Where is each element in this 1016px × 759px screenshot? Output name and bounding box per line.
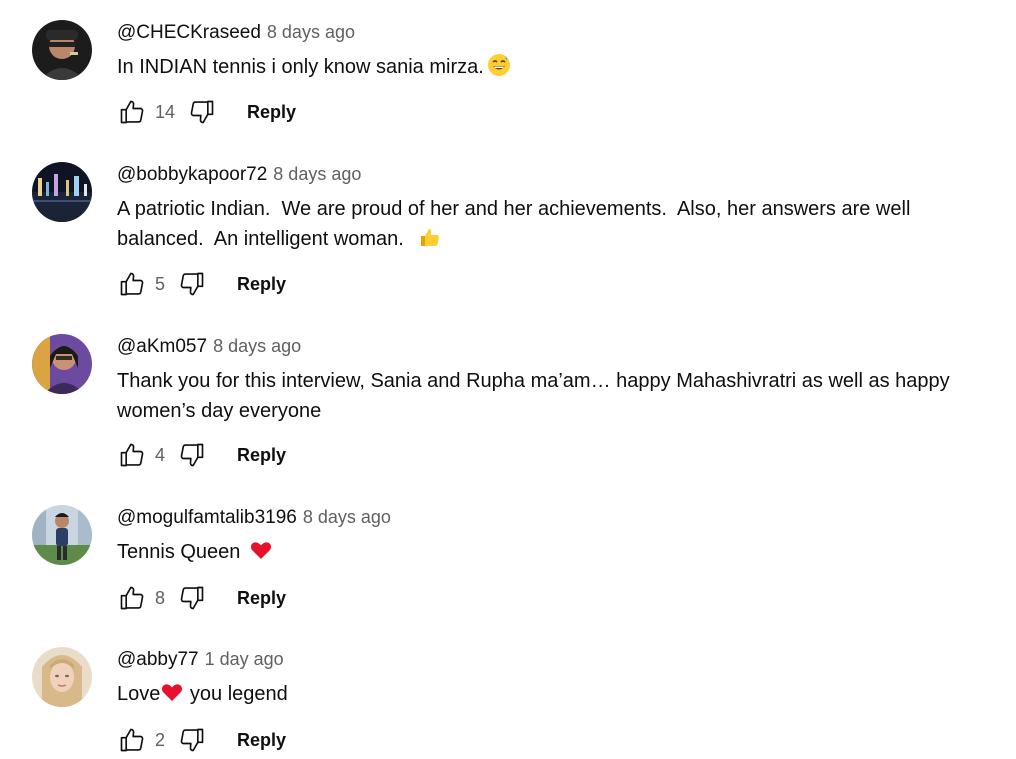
thumbs-down-icon [190, 100, 214, 124]
thumbs-down-icon [180, 586, 204, 610]
comment-header: @CHECKraseed 8 days ago [117, 20, 1002, 44]
avatar[interactable] [32, 505, 92, 565]
like-count: 4 [155, 444, 166, 465]
comment-text: In INDIAN tennis i only know sania mirza… [117, 52, 1002, 86]
thumbs-up-icon [120, 728, 144, 752]
like-count: 14 [155, 101, 176, 122]
thumbs-up-icon [120, 100, 144, 124]
comment-actions: 4 Reply [117, 440, 286, 470]
author-name[interactable]: @bobbykapoor72 [117, 164, 267, 185]
like-count: 2 [155, 729, 166, 750]
comment-header: @abby77 1 day ago [117, 647, 1002, 671]
reply-button[interactable]: Reply [237, 445, 286, 466]
reply-button[interactable]: Reply [237, 274, 286, 295]
avatar[interactable] [32, 162, 92, 222]
reply-button[interactable]: Reply [237, 730, 286, 751]
comment-header: @bobbykapoor72 8 days ago [117, 162, 1002, 186]
comment-text: Love you legend [117, 679, 1002, 713]
comment-actions: 5 Reply [117, 269, 286, 299]
author-name[interactable]: @aKm057 [117, 336, 207, 357]
like-button[interactable] [117, 725, 147, 755]
avatar[interactable] [32, 334, 92, 394]
timestamp[interactable]: 8 days ago [213, 336, 301, 356]
comment-actions: 14 Reply [117, 97, 296, 127]
dislike-button[interactable] [177, 269, 207, 299]
red-heart-emoji [249, 538, 273, 571]
thumbs-up-icon [120, 443, 144, 467]
thumbs-down-icon [180, 443, 204, 467]
comment-text: A patriotic Indian. We are proud of her … [117, 194, 1002, 258]
comment-text-before: Love [117, 683, 161, 705]
grinning-sweat-emoji [487, 53, 511, 86]
comment-header: @aKm057 8 days ago [117, 334, 1002, 358]
author-name[interactable]: @mogulfamtalib3196 [117, 507, 297, 528]
timestamp[interactable]: 1 day ago [205, 649, 284, 669]
comment-body: @abby77 1 day ago Love you legend 2 Reply [117, 647, 1002, 752]
like-button[interactable] [117, 583, 147, 613]
dislike-button[interactable] [177, 725, 207, 755]
thumbs-down-icon [180, 728, 204, 752]
red-heart-emoji [160, 680, 184, 713]
reply-button[interactable]: Reply [247, 102, 296, 123]
comments-section: @CHECKraseed 8 days ago In INDIAN tennis … [0, 0, 1016, 759]
comment-text: Thank you for this interview, Sania and … [117, 370, 956, 422]
timestamp[interactable]: 8 days ago [273, 164, 361, 184]
author-name[interactable]: @abby77 [117, 649, 199, 670]
thumbs-up-icon [120, 586, 144, 610]
like-count: 5 [155, 273, 166, 294]
thumbs-up-icon [120, 272, 144, 296]
like-button[interactable] [117, 269, 147, 299]
like-button[interactable] [117, 440, 147, 470]
reply-button[interactable]: Reply [237, 588, 286, 609]
avatar[interactable] [32, 20, 92, 80]
dislike-button[interactable] [187, 97, 217, 127]
like-button[interactable] [117, 97, 147, 127]
comment-text-content: In INDIAN tennis i only know sania mirza… [117, 56, 484, 78]
comment-header: @mogulfamtalib3196 8 days ago [117, 505, 1002, 529]
dislike-button[interactable] [177, 440, 207, 470]
timestamp[interactable]: 8 days ago [267, 22, 355, 42]
comment-body: @mogulfamtalib3196 8 days ago Tennis Quee… [117, 505, 1002, 610]
comment-actions: 8 Reply [117, 583, 286, 613]
thumbs-up-emoji [418, 225, 442, 258]
comment-body: @CHECKraseed 8 days ago In INDIAN tennis … [117, 20, 1002, 124]
comment-text-after: you legend [184, 683, 288, 705]
comment-text: Tennis Queen [117, 537, 1002, 571]
like-count: 8 [155, 587, 166, 608]
author-name[interactable]: @CHECKraseed [117, 22, 261, 43]
avatar[interactable] [32, 647, 92, 707]
comment-actions: 2 Reply [117, 725, 286, 755]
comment-text-content: Tennis Queen [117, 541, 246, 563]
comment-text-content: A patriotic Indian. We are proud of her … [117, 198, 916, 250]
thumbs-down-icon [180, 272, 204, 296]
comment-body: @bobbykapoor72 8 days ago A patriotic Ind… [117, 162, 1002, 296]
comment-body: @aKm057 8 days ago Thank you for this int… [117, 334, 1002, 467]
dislike-button[interactable] [177, 583, 207, 613]
timestamp[interactable]: 8 days ago [303, 507, 391, 527]
